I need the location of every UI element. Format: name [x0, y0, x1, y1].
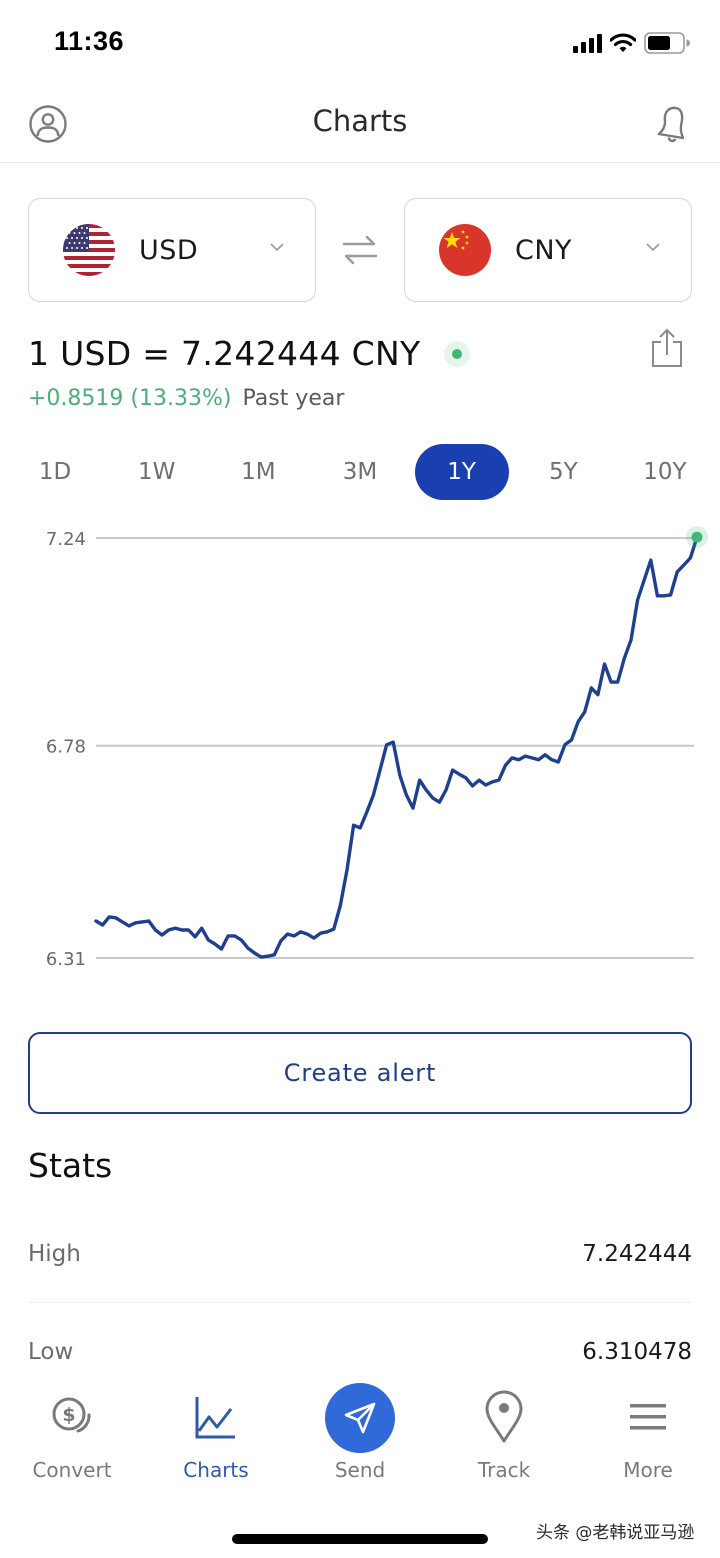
- nav-label: Send: [334, 1458, 386, 1482]
- stat-divider: [28, 1302, 692, 1303]
- status-bar: 11:36: [0, 0, 720, 86]
- share-icon: [652, 328, 682, 367]
- to-currency-code: CNY: [515, 234, 573, 266]
- stat-label: High: [28, 1241, 81, 1267]
- rate-change: +0.8519 (13.33%) Past year: [28, 386, 344, 411]
- home-indicator[interactable]: [232, 1534, 488, 1544]
- map-pin-icon: [485, 1390, 523, 1443]
- range-tab-1w[interactable]: 1W: [110, 444, 204, 500]
- rate-chart-svg: 7.24 6.78 6.31: [46, 526, 708, 970]
- bottom-nav: $ Convert Charts Send Track More: [0, 1380, 720, 1500]
- battery-icon: [644, 32, 690, 54]
- exchange-rate: 1 USD = 7.242444 CNY: [28, 334, 471, 373]
- swap-currencies-button[interactable]: [340, 232, 380, 268]
- y-tick-label: 7.24: [46, 529, 86, 550]
- rate-change-period: Past year: [242, 386, 345, 411]
- stats-title: Stats: [28, 1146, 113, 1185]
- share-button[interactable]: [650, 328, 684, 368]
- rate-chart[interactable]: 7.24 6.78 6.31: [0, 520, 720, 980]
- wifi-icon: [610, 33, 636, 52]
- menu-icon: [630, 1404, 666, 1430]
- stat-value: 6.310478: [582, 1339, 692, 1365]
- nav-item-track[interactable]: Track: [444, 1380, 564, 1490]
- app-header: Charts: [0, 86, 720, 163]
- page-title: Charts: [312, 104, 408, 138]
- us-flag-icon: [63, 224, 115, 276]
- range-tab-10y[interactable]: 10Y: [618, 444, 712, 500]
- coins-dollar-icon: $: [52, 1397, 91, 1433]
- time-range-tabs: 1D 1W 1M 3M 1Y 5Y 10Y: [8, 444, 712, 500]
- range-tab-5y[interactable]: 5Y: [516, 444, 610, 500]
- swap-arrows-icon: [342, 235, 378, 265]
- latest-point-marker: [691, 531, 703, 543]
- from-currency-code: USD: [139, 234, 199, 266]
- nav-label: Charts: [183, 1458, 249, 1482]
- range-tab-1d[interactable]: 1D: [8, 444, 102, 500]
- chevron-down-icon: [646, 243, 660, 252]
- notifications-button[interactable]: [654, 104, 690, 144]
- nav-item-convert[interactable]: $ Convert: [12, 1380, 132, 1490]
- chevron-down-icon: [270, 243, 284, 252]
- nav-label: More: [623, 1458, 673, 1482]
- nav-item-charts[interactable]: Charts: [156, 1380, 276, 1490]
- y-tick-label: 6.78: [46, 737, 86, 758]
- watermark: 头条 @老韩说亚马逊: [536, 1523, 695, 1543]
- from-currency-select[interactable]: USD: [28, 198, 316, 302]
- status-icons: [573, 30, 690, 56]
- nav-label: Convert: [32, 1458, 112, 1482]
- rate-line-series: [94, 535, 699, 959]
- nav-item-more[interactable]: More: [588, 1380, 708, 1490]
- svg-text:$: $: [62, 1404, 75, 1426]
- bell-icon: [657, 106, 685, 143]
- stat-row-high: High 7.242444: [28, 1230, 692, 1278]
- currency-selector-row: USD CNY: [28, 198, 692, 302]
- nav-item-send[interactable]: Send: [300, 1380, 420, 1490]
- stat-row-low: Low 6.310478: [28, 1328, 692, 1376]
- exchange-rate-text: 1 USD = 7.242444 CNY: [28, 334, 421, 373]
- live-indicator-icon: [444, 340, 471, 367]
- cn-flag-icon: [439, 224, 491, 276]
- stat-value: 7.242444: [582, 1241, 692, 1267]
- y-tick-label: 6.31: [46, 949, 86, 970]
- line-chart-icon: [195, 1397, 235, 1439]
- send-button-circle: [325, 1382, 395, 1453]
- stat-label: Low: [28, 1339, 74, 1365]
- to-currency-select[interactable]: CNY: [404, 198, 692, 302]
- create-alert-button[interactable]: Create alert: [28, 1032, 692, 1114]
- paper-plane-icon: [344, 1402, 376, 1433]
- status-time: 11:36: [54, 26, 125, 56]
- range-tab-1y[interactable]: 1Y: [414, 444, 509, 500]
- range-tab-1m[interactable]: 1M: [211, 444, 305, 500]
- nav-label: Track: [477, 1458, 531, 1482]
- rate-change-value: +0.8519 (13.33%): [28, 386, 232, 411]
- range-tab-3m[interactable]: 3M: [313, 444, 407, 500]
- cellular-signal-icon: [573, 33, 602, 53]
